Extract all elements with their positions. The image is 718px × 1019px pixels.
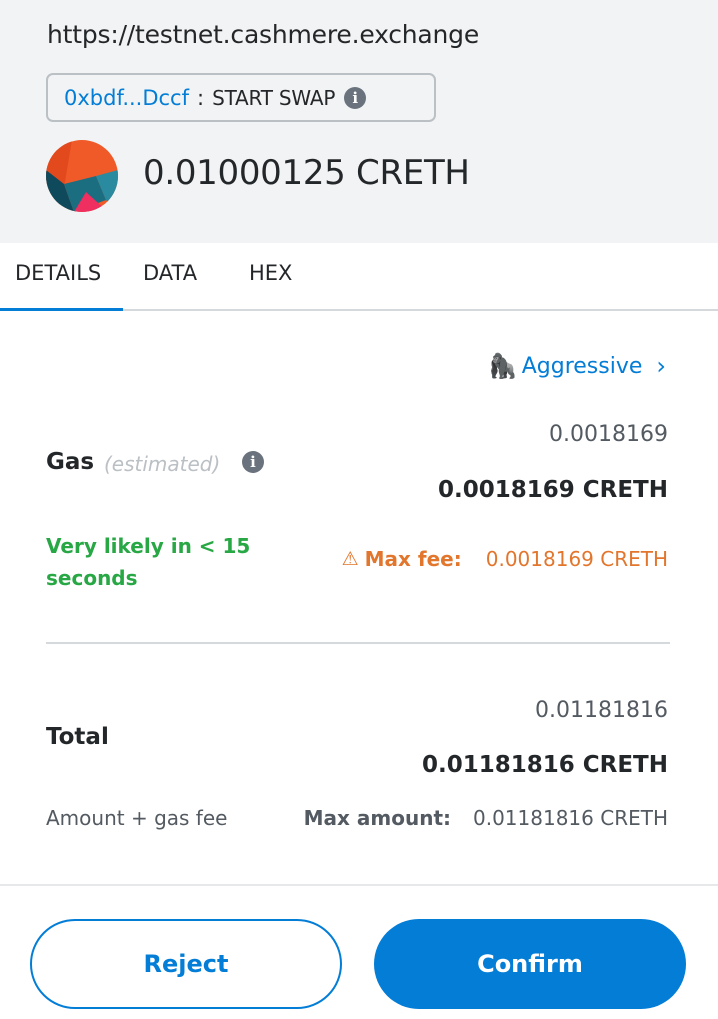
gas-fee-primary: 0.0018169 CRETH [437,477,668,503]
total-subtext: Amount + gas fee [46,806,228,830]
tab-hex[interactable]: HEX [249,261,292,285]
gas-label: Gas [46,449,95,475]
gas-option-link[interactable]: 🦍 Aggressive › [488,352,666,380]
info-icon[interactable]: i [344,86,367,109]
gas-timing-estimate: Very likely in < 15 seconds [46,534,251,590]
reject-button[interactable]: Reject [30,919,342,1009]
footer-divider [0,884,718,886]
active-tab-indicator [0,308,123,311]
warning-icon: ⚠ [341,548,359,570]
max-amount-value: 0.01181816 CRETH [473,806,668,830]
confirm-header: https://testnet.cashmere.exchange 0xbdf.… [0,0,718,243]
sender-separator: : [197,85,205,110]
confirm-button[interactable]: Confirm [374,919,686,1009]
total-secondary: 0.01181816 [535,698,668,723]
max-fee-row: ⚠ Max fee: 0.0018169 CRETH [342,547,668,571]
max-fee-value: 0.0018169 CRETH [485,547,668,571]
tab-details[interactable]: DETAILS [15,261,101,285]
gas-fee-secondary: 0.0018169 [549,422,668,447]
tab-bar: DETAILS DATA HEX [0,243,718,311]
total-label: Total [46,724,109,750]
tab-data[interactable]: DATA [143,261,197,285]
total-primary: 0.01181816 CRETH [421,752,668,778]
section-divider [46,642,670,644]
gas-option-label[interactable]: Aggressive [522,354,643,379]
max-amount-label: Max amount: [303,806,451,830]
method-name: START SWAP [212,85,336,110]
sender-address[interactable]: 0xbdf...Dccf [64,86,189,110]
token-identicon-icon [46,140,118,212]
max-fee-label: Max fee: [364,547,462,571]
chevron-right-icon[interactable]: › [656,352,666,380]
gorilla-icon: 🦍 [487,352,518,380]
transaction-amount: 0.01000125 CRETH [143,153,470,193]
sender-method-pill[interactable]: 0xbdf...Dccf : START SWAP i [46,73,436,122]
site-origin: https://testnet.cashmere.exchange [47,20,480,49]
max-amount-row: Max amount: 0.01181816 CRETH [304,806,668,830]
gas-info-icon[interactable]: i [242,451,264,473]
gas-estimated-label: (estimated) [104,452,221,476]
